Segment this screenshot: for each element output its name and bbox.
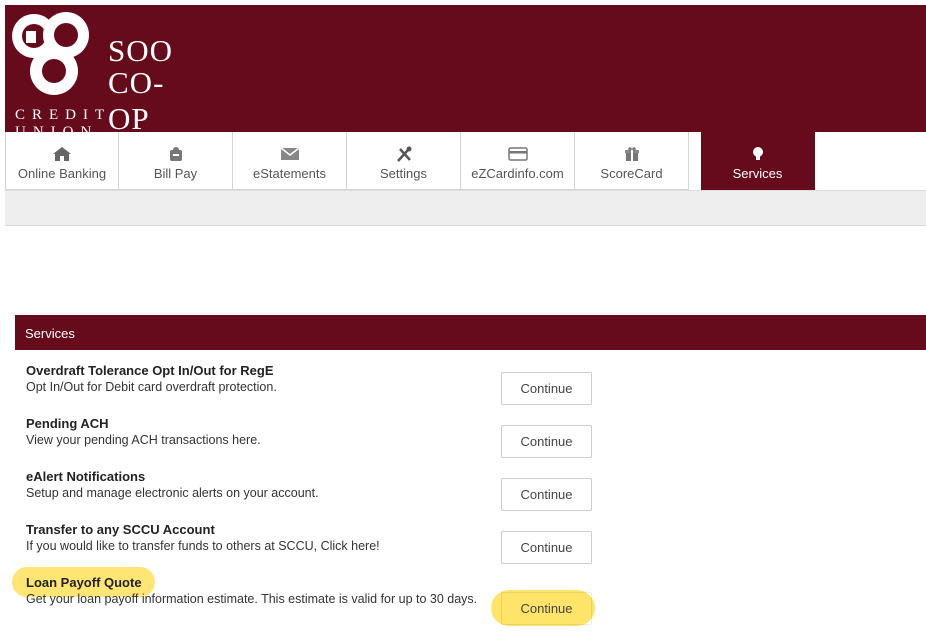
- bill-pay-icon: [169, 147, 182, 161]
- tab-settings[interactable]: Settings: [347, 132, 461, 190]
- service-title: Loan Payoff Quote: [26, 575, 142, 590]
- tab-label: eStatements: [253, 166, 326, 181]
- service-title: eAlert Notifications: [26, 469, 146, 484]
- service-title: Pending ACH: [26, 416, 109, 431]
- continue-button-transfer[interactable]: Continue: [501, 531, 592, 564]
- service-item-ealert: eAlert Notifications Setup and manage el…: [26, 469, 506, 501]
- service-description: If you would like to transfer funds to o…: [26, 539, 380, 553]
- tab-ezcardinfo[interactable]: eZCardinfo.com: [461, 132, 575, 190]
- continue-button-ealert[interactable]: Continue: [501, 478, 592, 511]
- tab-services[interactable]: Services: [701, 132, 815, 190]
- services-panel-heading: Services: [15, 315, 926, 350]
- continue-button-loan-payoff[interactable]: Continue: [501, 592, 592, 625]
- tab-label: Bill Pay: [153, 166, 198, 181]
- logo-text-soo: SOO: [108, 33, 174, 68]
- sub-nav-bar: [5, 191, 926, 226]
- main-nav: Online Banking Bill Pay eStatements Sett…: [5, 132, 926, 191]
- tab-label: eZCardinfo.com: [471, 166, 564, 181]
- service-description: Get your loan payoff information estimat…: [26, 592, 478, 606]
- soo-coop-logo[interactable]: SOO CO-OP CREDIT UNION: [10, 9, 200, 140]
- envelope-icon: [280, 147, 299, 160]
- service-item-transfer: Transfer to any SCCU Account If you woul…: [26, 522, 506, 554]
- service-description: Setup and manage electronic alerts on yo…: [26, 486, 319, 500]
- tab-scorecard[interactable]: ScoreCard: [575, 132, 689, 190]
- service-item-pending-ach: Pending ACH View your pending ACH transa…: [26, 416, 506, 448]
- service-title: Transfer to any SCCU Account: [26, 522, 215, 537]
- site-header: SOO CO-OP CREDIT UNION: [5, 5, 926, 140]
- tab-label: ScoreCard: [600, 166, 663, 181]
- tab-label: Online Banking: [17, 166, 107, 181]
- service-description: View your pending ACH transactions here.: [26, 433, 261, 447]
- continue-button-overdraft[interactable]: Continue: [501, 372, 592, 405]
- tab-online-banking[interactable]: Online Banking: [5, 132, 119, 190]
- tab-label: Services: [732, 166, 783, 181]
- logo-rings-icon: [12, 12, 89, 95]
- home-icon: [53, 147, 71, 161]
- service-item-overdraft: Overdraft Tolerance Opt In/Out for RegE …: [26, 363, 506, 395]
- tab-estatements[interactable]: eStatements: [233, 132, 347, 190]
- gift-icon: [624, 147, 639, 161]
- credit-card-icon: [507, 147, 528, 161]
- lightbulb-icon: [752, 147, 763, 160]
- tools-icon: [396, 146, 411, 162]
- service-title: Overdraft Tolerance Opt In/Out for RegE: [26, 363, 274, 378]
- tab-label: Settings: [380, 166, 427, 181]
- continue-button-pending-ach[interactable]: Continue: [501, 425, 592, 458]
- service-item-loan-payoff: Loan Payoff Quote Get your loan payoff i…: [26, 575, 486, 607]
- tab-bill-pay[interactable]: Bill Pay: [119, 132, 233, 190]
- service-description: Opt In/Out for Debit card overdraft prot…: [26, 380, 277, 394]
